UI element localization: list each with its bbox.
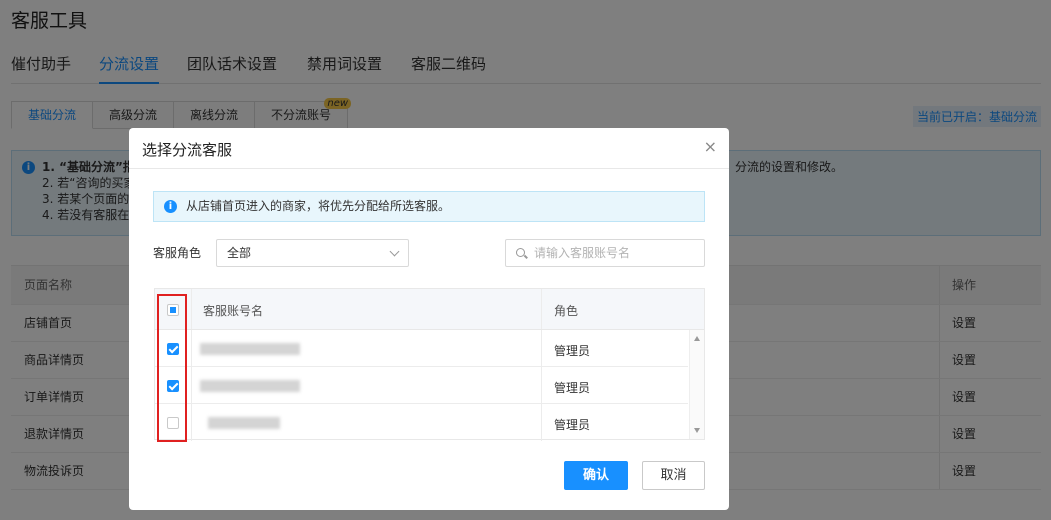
close-icon[interactable]: ×	[704, 138, 717, 156]
tip-text: 从店铺首页进入的商家，将优先分配给所选客服。	[186, 199, 451, 213]
scroll-up-icon[interactable]	[694, 336, 700, 341]
role-cell: 管理员	[554, 418, 591, 432]
account-search[interactable]	[505, 239, 705, 267]
redacted-account-name	[208, 417, 280, 429]
dialog-tip: i 从店铺首页进入的商家，将优先分配给所选客服。	[153, 191, 705, 222]
role-select-value: 全部	[227, 246, 252, 260]
col-account-name: 客服账号名	[203, 304, 264, 318]
search-input[interactable]	[534, 244, 699, 262]
table-header: 客服账号名 角色	[155, 289, 704, 330]
table-scrollbar[interactable]	[689, 330, 704, 439]
row-checkbox[interactable]	[167, 417, 179, 429]
row-checkbox[interactable]	[167, 380, 179, 392]
dialog-title: 选择分流客服	[142, 141, 233, 159]
table-row[interactable]: 管理员	[155, 330, 688, 367]
select-all-checkbox[interactable]	[167, 304, 179, 316]
role-filter-label: 客服角色	[153, 246, 202, 260]
confirm-button[interactable]: 确认	[564, 461, 628, 490]
role-cell: 管理员	[554, 381, 591, 395]
table-row[interactable]: 管理员	[155, 367, 688, 404]
table-row[interactable]: 管理员	[155, 404, 688, 441]
scroll-down-icon[interactable]	[694, 428, 700, 433]
select-agent-dialog: 选择分流客服 × i 从店铺首页进入的商家，将优先分配给所选客服。 客服角色 全…	[129, 128, 729, 510]
cancel-button[interactable]: 取消	[642, 461, 705, 490]
chevron-down-icon	[389, 246, 400, 257]
role-select[interactable]: 全部	[216, 239, 409, 267]
dialog-header: 选择分流客服 ×	[129, 128, 729, 169]
search-icon	[516, 248, 525, 257]
col-role: 角色	[554, 304, 579, 318]
redacted-account-name	[200, 380, 300, 392]
role-cell: 管理员	[554, 344, 591, 358]
account-table: 客服账号名 角色 管理员 管理员 管理员	[154, 288, 705, 441]
info-icon: i	[164, 200, 177, 213]
row-checkbox[interactable]	[167, 343, 179, 355]
redacted-account-name	[200, 343, 300, 355]
